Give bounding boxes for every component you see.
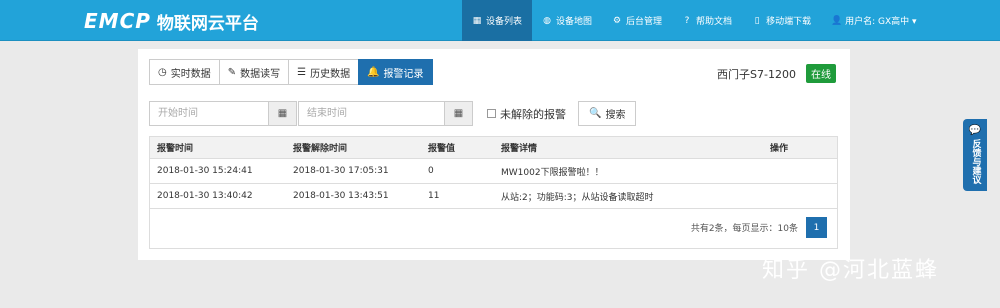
nav-label: 设备列表 bbox=[486, 17, 523, 27]
help-icon: ? bbox=[684, 15, 690, 26]
tab-label: 数据读写 bbox=[240, 68, 281, 80]
alarm-time-cell: 2018-01-30 15:24:41 bbox=[157, 166, 253, 176]
gears-icon: ⚙ bbox=[612, 15, 622, 26]
tab-history-data[interactable]: ☰ 历史数据 bbox=[288, 59, 360, 85]
pagination: 共有2条，每页显示：10条 1 bbox=[691, 217, 827, 238]
nav-admin[interactable]: ⚙ 后台管理 bbox=[602, 0, 672, 41]
calendar-icon[interactable]: ▦ bbox=[444, 102, 472, 125]
tab-data-read-write[interactable]: ✎ 数据读写 bbox=[218, 59, 290, 85]
clear-time-cell: 2018-01-30 17:05:31 bbox=[293, 166, 389, 176]
logo-mark: EMCP bbox=[84, 9, 151, 33]
device-info: 西门子S7-1200 在线 bbox=[717, 64, 836, 83]
column-header: 报警值 bbox=[428, 144, 456, 154]
logo-text: 物联网云平台 bbox=[156, 13, 259, 34]
calendar-icon[interactable]: ▦ bbox=[268, 102, 296, 125]
nav-label: 移动端下载 bbox=[766, 17, 812, 27]
pagination-summary: 共有2条，每页显示：10条 bbox=[690, 224, 798, 234]
nav-label: 后台管理 bbox=[626, 17, 663, 27]
tab-realtime-data[interactable]: ◷ 实时数据 bbox=[149, 59, 220, 85]
nav-mobile-download[interactable]: ▯ 移动端下载 bbox=[742, 0, 821, 41]
checkbox-box[interactable] bbox=[487, 109, 496, 118]
nav-help[interactable]: ? 帮助文档 bbox=[672, 0, 742, 41]
unresolved-alarm-checkbox[interactable]: 未解除的报警 bbox=[487, 106, 566, 122]
tab-alarm-records[interactable]: 🔔 报警记录 bbox=[358, 59, 433, 85]
filter-bar: ▦ ▦ 未解除的报警 🔍 搜索 bbox=[149, 101, 637, 126]
page-button-current[interactable]: 1 bbox=[806, 217, 827, 238]
nav-label: 帮助文档 bbox=[696, 17, 733, 27]
nav-user-menu[interactable]: 👤 用户名: GX高中 ▾ bbox=[821, 0, 926, 41]
nav-label: 设备地图 bbox=[556, 17, 593, 27]
table-row: 2018-01-30 15:24:41 2018-01-30 17:05:31 … bbox=[150, 159, 837, 184]
pencil-icon: ✎ bbox=[227, 66, 237, 78]
column-header: 报警详情 bbox=[501, 144, 538, 154]
globe-icon: ◍ bbox=[543, 15, 551, 26]
tab-label: 实时数据 bbox=[170, 68, 211, 80]
search-label: 搜索 bbox=[605, 110, 626, 121]
start-time-input[interactable] bbox=[150, 102, 268, 125]
table-row: 2018-01-30 13:40:42 2018-01-30 13:43:51 … bbox=[150, 184, 837, 209]
table-header-row: 报警时间 报警解除时间 报警值 报警详情 操作 bbox=[150, 137, 837, 159]
device-name: 西门子S7-1200 bbox=[717, 67, 796, 81]
end-time-field: ▦ bbox=[298, 101, 473, 126]
watermark: 知乎 @河北蓝蜂 bbox=[762, 258, 939, 283]
column-header: 操作 bbox=[770, 144, 789, 154]
search-icon: 🔍 bbox=[589, 108, 602, 119]
nav-label: 用户名: GX高中 ▾ bbox=[845, 17, 917, 27]
clock-icon: ◷ bbox=[158, 66, 167, 78]
search-button[interactable]: 🔍 搜索 bbox=[578, 101, 637, 126]
brand-logo[interactable]: EMCP 物联网云平台 bbox=[84, 8, 259, 34]
start-time-field: ▦ bbox=[149, 101, 297, 126]
top-navbar: EMCP 物联网云平台 ▦ 设备列表 ◍ 设备地图 ⚙ 后台管理 ? 帮助文档 … bbox=[0, 0, 1000, 41]
mobile-icon: ▯ bbox=[754, 15, 760, 26]
alarm-value-cell: 11 bbox=[428, 191, 440, 201]
nav-device-list[interactable]: ▦ 设备列表 bbox=[462, 0, 533, 41]
alarm-table: 报警时间 报警解除时间 报警值 报警详情 操作 2018-01-30 15:24… bbox=[149, 136, 838, 249]
user-icon: 👤 bbox=[831, 15, 843, 26]
column-header: 报警解除时间 bbox=[293, 144, 348, 154]
status-badge: 在线 bbox=[806, 64, 836, 83]
alarm-detail-cell: MW1002下限报警啦！！ bbox=[501, 167, 604, 178]
tab-label: 报警记录 bbox=[383, 68, 424, 80]
nav-device-map[interactable]: ◍ 设备地图 bbox=[532, 0, 602, 41]
bell-icon: 🔔 bbox=[367, 66, 380, 78]
table-icon: ☰ bbox=[297, 66, 307, 78]
alarm-value-cell: 0 bbox=[428, 166, 434, 176]
chat-icon: 💬 bbox=[968, 125, 982, 136]
end-time-input[interactable] bbox=[299, 102, 444, 125]
checkbox-label: 未解除的报警 bbox=[500, 107, 566, 121]
column-header: 报警时间 bbox=[157, 144, 194, 154]
alarm-time-cell: 2018-01-30 13:40:42 bbox=[157, 191, 253, 201]
alarm-detail-cell: 从站:2；功能码:3；从站设备读取超时 bbox=[501, 192, 654, 203]
feedback-label: 反馈与建议 bbox=[970, 139, 981, 184]
tab-label: 历史数据 bbox=[310, 68, 351, 80]
list-icon: ▦ bbox=[472, 15, 482, 26]
feedback-tab[interactable]: 💬 反馈与建议 bbox=[963, 119, 987, 191]
device-tabs: ◷ 实时数据 ✎ 数据读写 ☰ 历史数据 🔔 报警记录 bbox=[149, 59, 433, 85]
main-nav: ▦ 设备列表 ◍ 设备地图 ⚙ 后台管理 ? 帮助文档 ▯ 移动端下载 👤 用户… bbox=[462, 0, 927, 41]
clear-time-cell: 2018-01-30 13:43:51 bbox=[293, 191, 389, 201]
alarm-panel: ◷ 实时数据 ✎ 数据读写 ☰ 历史数据 🔔 报警记录 西门子S7-1200 在… bbox=[138, 49, 850, 260]
